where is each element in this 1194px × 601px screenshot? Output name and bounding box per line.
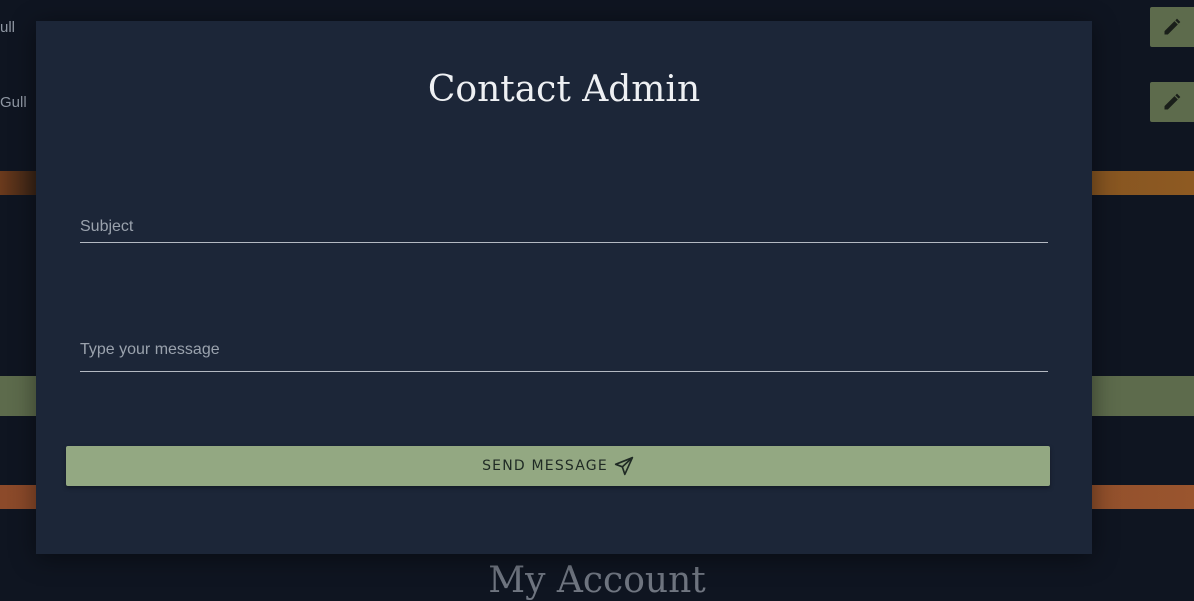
paper-plane-icon (614, 456, 634, 476)
edit-button-2[interactable] (1150, 82, 1194, 122)
subject-input[interactable] (80, 208, 1048, 242)
background-list-item-1: ull (0, 19, 16, 36)
my-account-heading: My Account (488, 560, 706, 601)
send-message-label: SEND MESSAGE (482, 458, 608, 474)
modal-title: Contact Admin (427, 69, 701, 110)
edit-button-1[interactable] (1150, 7, 1194, 47)
send-message-button[interactable]: SEND MESSAGE (66, 446, 1050, 486)
subject-field (80, 208, 1048, 243)
message-field (80, 337, 1048, 372)
message-input[interactable] (80, 337, 1048, 371)
pencil-icon (1164, 93, 1181, 110)
pencil-icon (1164, 18, 1181, 35)
background-list-item-2: Gull (0, 94, 27, 111)
contact-admin-modal: Contact Admin SEND MESSAGE (36, 21, 1092, 554)
